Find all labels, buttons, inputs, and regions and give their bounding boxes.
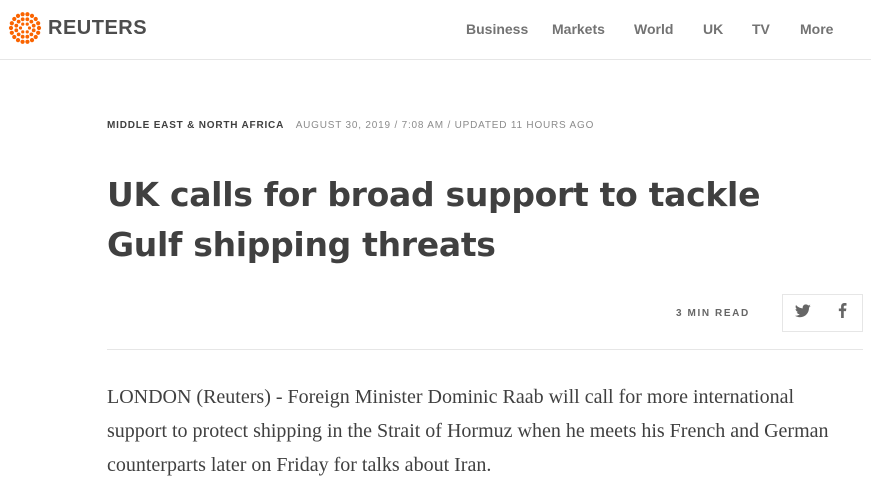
reuters-dot-ring-icon — [8, 11, 42, 45]
nav-markets[interactable]: Markets — [552, 21, 605, 37]
twitter-icon — [794, 303, 811, 323]
article-meta: MIDDLE EAST & NORTH AFRICA AUGUST 30, 20… — [107, 120, 594, 131]
article-timestamp: AUGUST 30, 2019 / 7:08 AM / UPDATED 11 H… — [295, 120, 595, 131]
share-facebook-button[interactable] — [822, 294, 863, 332]
article-divider — [107, 349, 863, 350]
nav-uk[interactable]: UK — [703, 21, 723, 37]
nav-world[interactable]: World — [634, 21, 673, 37]
reuters-logo[interactable]: REUTERS — [8, 12, 147, 44]
brand-name: REUTERS — [48, 16, 148, 39]
article-body: LONDON (Reuters) - Foreign Minister Domi… — [107, 386, 829, 476]
article-headline: UK calls for broad support to tackle Gul… — [107, 175, 761, 264]
nav-more[interactable]: More — [800, 21, 833, 37]
read-time-label: 3 MIN READ — [676, 308, 750, 319]
nav-business[interactable]: Business — [466, 21, 528, 37]
site-header: REUTERS Business Markets World UK TV Mor… — [0, 0, 871, 60]
facebook-icon — [838, 303, 847, 323]
section-link[interactable]: MIDDLE EAST & NORTH AFRICA — [107, 120, 284, 131]
nav-tv[interactable]: TV — [752, 21, 770, 37]
share-twitter-button[interactable] — [782, 294, 823, 332]
